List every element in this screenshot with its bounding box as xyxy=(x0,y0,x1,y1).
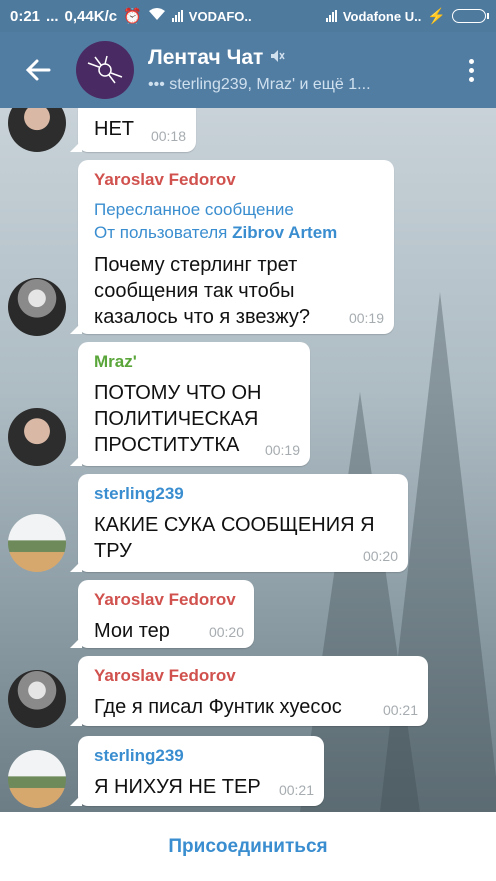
chat-title: Лентач Чат xyxy=(148,46,264,69)
message-time: 00:19 xyxy=(264,442,300,458)
avatar[interactable] xyxy=(8,514,66,572)
message-bubble[interactable]: НЕТ 00:18 xyxy=(70,108,196,152)
sender-name: sterling239 xyxy=(94,746,184,765)
sender-name: Yaroslav Fedorov xyxy=(94,666,236,685)
message-text: Где я писал Фунтик хуесос xyxy=(94,696,342,718)
avatar[interactable] xyxy=(8,108,66,152)
message-time: 00:20 xyxy=(362,548,398,564)
avatar[interactable] xyxy=(8,408,66,466)
signal-2-icon xyxy=(325,10,337,22)
status-bar: 0:21 ... 0,44K/c ⏰ VODAFO.. Vodafone U..… xyxy=(0,0,496,32)
avatar[interactable] xyxy=(8,750,66,808)
sender-name: Mraz' xyxy=(94,352,137,371)
join-bar: Присоединиться xyxy=(0,812,496,881)
forwarded-header: Пересланное сообщение От пользователя Zi… xyxy=(94,200,338,242)
sender-name: Yaroslav Fedorov xyxy=(94,590,236,609)
alarm-icon: ⏰ xyxy=(123,8,142,25)
arrow-left-icon xyxy=(25,59,51,81)
message-bubble[interactable]: sterling239 КАКИЕ СУКА СООБЩЕНИЯ Я ТРУ 0… xyxy=(70,474,408,572)
chat-subtitle: sterling239, Mraz' и ещё 1... xyxy=(169,76,371,93)
wifi-icon xyxy=(148,7,166,25)
network-speed: 0,44K/c xyxy=(64,7,118,25)
message-time: 00:19 xyxy=(348,310,384,326)
sender-name: Yaroslav Fedorov xyxy=(94,170,236,189)
message-text: ПОТОМУ ЧТО ОН ПОЛИТИЧЕСКАЯ ПРОСТИТУТКА xyxy=(94,382,262,456)
forwarded-user[interactable]: Zibrov Artem xyxy=(232,223,337,242)
message-bubble[interactable]: sterling239 Я НИХУЯ НЕ ТЕР 00:21 xyxy=(70,736,324,806)
sender-name: sterling239 xyxy=(94,484,184,503)
carrier-1: VODAFO.. xyxy=(188,8,252,24)
message-list[interactable]: НЕТ 00:18 Yaroslav Fedorov Пересланное с… xyxy=(0,108,496,812)
message-time: 00:21 xyxy=(278,782,314,798)
message-time: 00:20 xyxy=(208,624,244,640)
app-bar: Лентач Чат ••• sterling239, Mraz' и ещё … xyxy=(0,32,496,108)
back-button[interactable] xyxy=(0,32,76,108)
group-avatar[interactable] xyxy=(76,41,134,99)
mute-icon xyxy=(269,46,285,70)
message-bubble[interactable]: Mraz' ПОТОМУ ЧТО ОН ПОЛИТИЧЕСКАЯ ПРОСТИТ… xyxy=(70,342,310,466)
avatar[interactable] xyxy=(8,670,66,728)
typing-dots-icon: ••• xyxy=(148,76,165,93)
message-text: Почему стерлинг трет сообщения так чтобы… xyxy=(94,254,310,328)
satellite-logo-icon xyxy=(87,55,123,84)
message-text: Я НИХУЯ НЕ ТЕР xyxy=(94,776,261,798)
message-text: КАКИЕ СУКА СООБЩЕНИЯ Я ТРУ xyxy=(94,514,375,562)
clock: 0:21 xyxy=(10,7,41,25)
more-menu-button[interactable] xyxy=(446,58,496,82)
join-button[interactable]: Присоединиться xyxy=(168,836,327,858)
avatar[interactable] xyxy=(8,278,66,336)
signal-icon xyxy=(171,10,183,22)
charging-icon: ⚡ xyxy=(427,8,446,25)
message-bubble[interactable]: Yaroslav Fedorov Мои тер 00:20 xyxy=(70,580,254,648)
message-bubble[interactable]: Yaroslav Fedorov Пересланное сообщение О… xyxy=(70,160,394,334)
carrier-2: Vodafone U.. xyxy=(342,8,422,24)
message-time: 00:18 xyxy=(150,128,186,144)
chat-info[interactable]: Лентач Чат ••• sterling239, Mraz' и ещё … xyxy=(148,46,446,94)
message-bubble[interactable]: Yaroslav Fedorov Где я писал Фунтик хуес… xyxy=(70,656,428,726)
battery-icon xyxy=(452,9,489,23)
notification-dots: ... xyxy=(46,7,59,25)
message-time: 00:21 xyxy=(382,702,418,718)
